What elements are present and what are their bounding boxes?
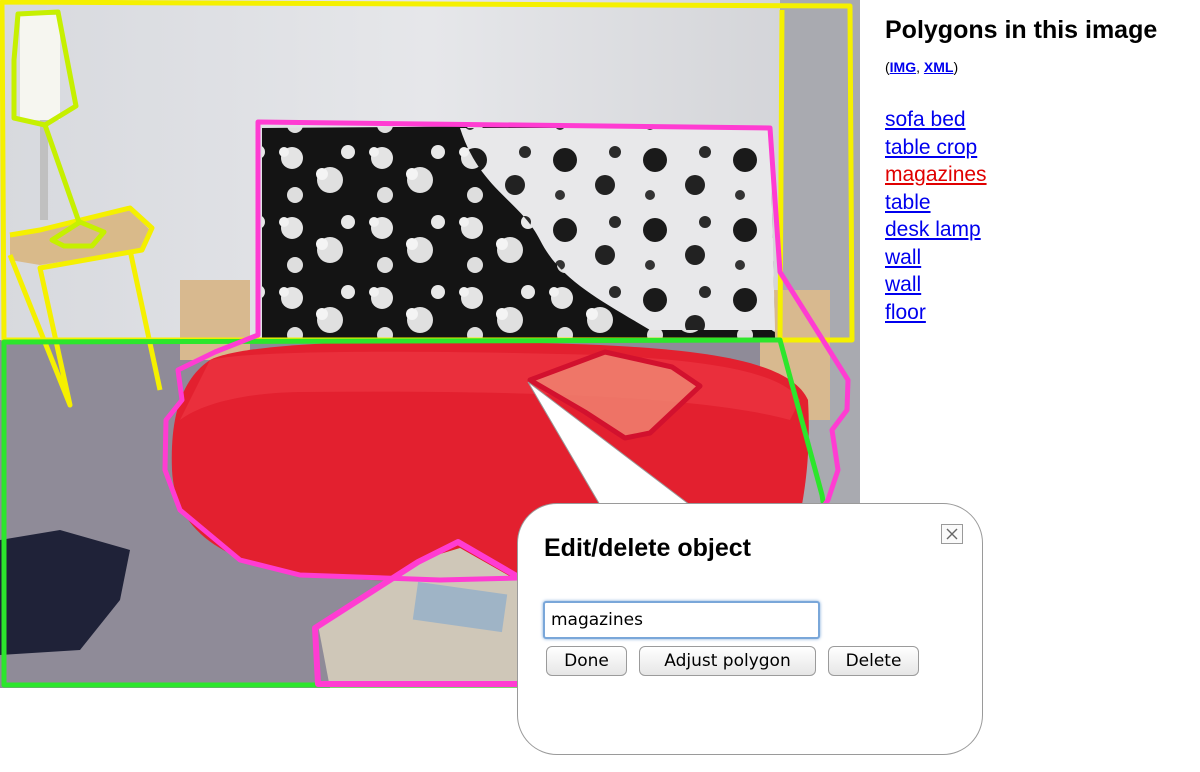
delete-button[interactable]: Delete [828,646,919,676]
adjust-polygon-button[interactable]: Adjust polygon [639,646,816,676]
panel-title: Polygons in this image [885,16,1158,44]
object-link-sofa-bed[interactable]: sofa bed [885,106,1195,134]
object-link-table[interactable]: table [885,189,1195,217]
object-link-wall-2[interactable]: wall [885,271,1195,299]
edit-object-popup: Edit/delete object Done Adjust polygon D… [517,503,983,755]
xml-export-link[interactable]: XML [924,59,954,75]
done-button[interactable]: Done [546,646,627,676]
close-x-icon [946,528,958,540]
export-links: (IMG, XML) [885,58,1195,76]
object-link-wall-1[interactable]: wall [885,244,1195,272]
popup-title: Edit/delete object [544,534,751,562]
export-close-paren: ) [953,59,959,75]
object-link-floor[interactable]: floor [885,299,1195,327]
object-link-table-crop[interactable]: table crop [885,134,1195,162]
polygon-list-panel: Polygons in this image (IMG, XML) sofa b… [885,14,1195,326]
object-link-magazines[interactable]: magazines [885,161,1195,189]
export-separator: , [916,59,924,75]
object-link-desk-lamp[interactable]: desk lamp [885,216,1195,244]
close-button[interactable] [941,524,963,544]
img-export-link[interactable]: IMG [890,59,916,75]
object-list: sofa bed table crop magazines table desk… [885,106,1195,326]
object-name-input[interactable] [543,601,820,639]
